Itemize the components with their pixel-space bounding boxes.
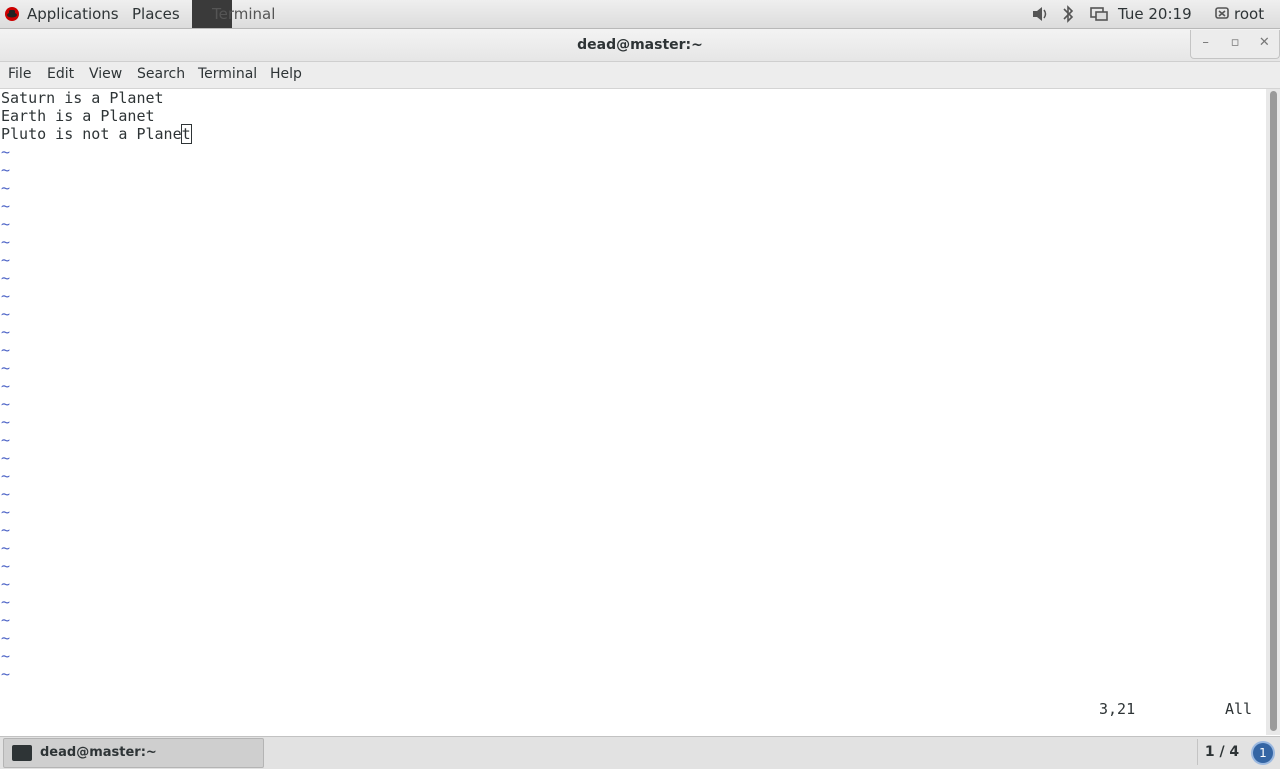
- empty-line-tilde: ~: [1, 305, 11, 323]
- scrollbar-thumb[interactable]: [1270, 91, 1277, 731]
- maximize-button[interactable]: ▫: [1220, 30, 1249, 58]
- notification-badge[interactable]: 1: [1253, 743, 1273, 763]
- menu-help[interactable]: Help: [270, 62, 302, 88]
- empty-line-tilde: ~: [1, 665, 11, 683]
- editor-line-3: Pluto is not a Planet: [1, 124, 192, 144]
- empty-line-tilde: ~: [1, 503, 11, 521]
- empty-line-tilde: ~: [1, 143, 11, 161]
- cursor-position-status: 3,21: [1099, 700, 1136, 718]
- terminal-task-label[interactable]: Terminal: [212, 0, 275, 28]
- taskbar-window-label: dead@master:~: [40, 745, 157, 760]
- taskbar-window-button[interactable]: dead@master:~: [3, 738, 264, 768]
- empty-line-tilde: ~: [1, 197, 11, 215]
- minimize-button[interactable]: –: [1191, 30, 1220, 58]
- text-cursor: t: [180, 124, 192, 144]
- empty-line-tilde: ~: [1, 161, 11, 179]
- window-titlebar[interactable]: dead@master:~ – ▫ ✕: [0, 29, 1280, 62]
- clock[interactable]: Tue 20:19: [1118, 0, 1192, 28]
- menu-edit[interactable]: Edit: [47, 62, 74, 88]
- user-icon[interactable]: [1214, 0, 1230, 28]
- menu-file[interactable]: File: [8, 62, 31, 88]
- volume-icon[interactable]: [1031, 0, 1049, 28]
- empty-line-tilde: ~: [1, 467, 11, 485]
- empty-line-tilde: ~: [1, 215, 11, 233]
- empty-line-tilde: ~: [1, 251, 11, 269]
- menubar: File Edit View Search Terminal Help: [0, 62, 1280, 89]
- empty-line-tilde: ~: [1, 323, 11, 341]
- empty-line-tilde: ~: [1, 269, 11, 287]
- empty-line-tilde: ~: [1, 593, 11, 611]
- empty-line-tilde: ~: [1, 431, 11, 449]
- menu-terminal[interactable]: Terminal: [198, 62, 257, 88]
- scrollbar[interactable]: [1266, 89, 1280, 735]
- empty-line-tilde: ~: [1, 413, 11, 431]
- applications-menu[interactable]: Applications: [27, 0, 119, 28]
- network-icon[interactable]: [1089, 0, 1109, 28]
- empty-line-tilde: ~: [1, 485, 11, 503]
- empty-line-tilde: ~: [1, 377, 11, 395]
- terminal-icon: [12, 745, 32, 761]
- menu-search[interactable]: Search: [137, 62, 185, 88]
- empty-line-tilde: ~: [1, 611, 11, 629]
- empty-line-tilde: ~: [1, 647, 11, 665]
- bottom-panel: dead@master:~ 1 / 4 1: [0, 736, 1280, 769]
- bluetooth-icon[interactable]: [1061, 0, 1075, 28]
- window-title: dead@master:~: [577, 37, 703, 53]
- window-controls: – ▫ ✕: [1190, 30, 1280, 59]
- editor-line-2: Earth is a Planet: [1, 107, 155, 125]
- workspace-indicator[interactable]: 1 / 4: [1197, 739, 1246, 765]
- empty-line-tilde: ~: [1, 287, 11, 305]
- empty-line-tilde: ~: [1, 341, 11, 359]
- empty-line-tilde: ~: [1, 629, 11, 647]
- user-menu[interactable]: root: [1234, 0, 1264, 28]
- empty-line-tilde: ~: [1, 557, 11, 575]
- empty-line-tilde: ~: [1, 539, 11, 557]
- editor-line-1: Saturn is a Planet: [1, 89, 164, 107]
- empty-line-tilde: ~: [1, 449, 11, 467]
- top-panel: Applications Places Terminal Tue 20:19 r…: [0, 0, 1280, 29]
- empty-line-tilde: ~: [1, 233, 11, 251]
- places-menu[interactable]: Places: [132, 0, 180, 28]
- close-button[interactable]: ✕: [1250, 30, 1279, 58]
- empty-line-tilde: ~: [1, 395, 11, 413]
- empty-line-tilde: ~: [1, 521, 11, 539]
- empty-line-tilde: ~: [1, 359, 11, 377]
- fedora-logo-icon[interactable]: [5, 7, 19, 21]
- terminal-content[interactable]: Saturn is a Planet Earth is a Planet Plu…: [0, 89, 1266, 735]
- scroll-status: All: [1225, 700, 1253, 718]
- empty-line-tilde: ~: [1, 179, 11, 197]
- empty-line-tilde: ~: [1, 575, 11, 593]
- editor-line-3-text: Pluto is not a Plane: [1, 125, 182, 143]
- menu-view[interactable]: View: [89, 62, 122, 88]
